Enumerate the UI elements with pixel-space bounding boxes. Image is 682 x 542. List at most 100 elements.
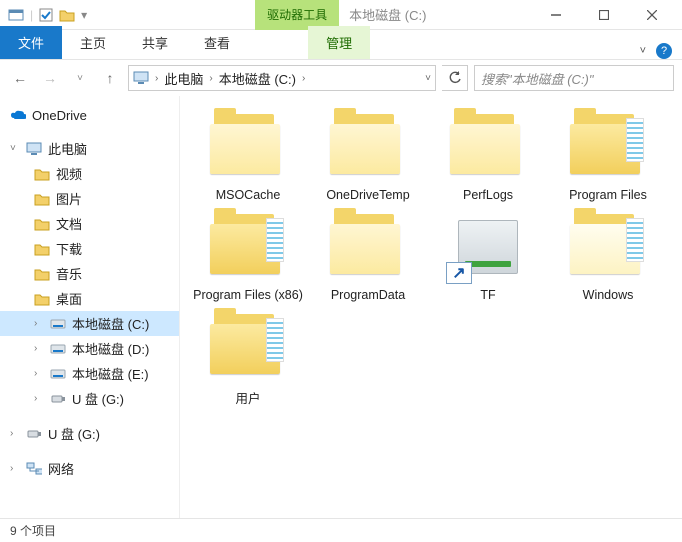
tree-network[interactable]: › 网络 [0, 456, 179, 481]
tree-drive-e[interactable]: › 本地磁盘 (E:) [0, 361, 179, 386]
item-label: Program Files [550, 188, 666, 202]
nav-up-button[interactable]: ↑ [98, 66, 122, 90]
minimize-button[interactable] [534, 1, 578, 29]
tree-label: 下载 [56, 239, 82, 258]
quick-access-toolbar: | ▾ [0, 7, 95, 23]
qat-folder-icon[interactable] [59, 8, 75, 22]
tree-label: 本地磁盘 (D:) [72, 339, 149, 358]
item-label: TF [430, 288, 546, 302]
item-label: MSOCache [190, 188, 306, 202]
qat-divider: | [30, 8, 33, 22]
folder-programfiles86[interactable]: Program Files (x86) [190, 212, 306, 302]
network-icon [26, 461, 42, 477]
tree-label: U 盘 (G:) [48, 424, 100, 443]
item-label: 用户 [190, 388, 306, 407]
documents-icon [34, 216, 50, 232]
chevron-right-icon[interactable]: › [155, 73, 158, 84]
tree-downloads[interactable]: 下载 [0, 236, 179, 261]
breadcrumb-drive-c[interactable]: 本地磁盘 (C:) [219, 69, 296, 88]
tab-file[interactable]: 文件 [0, 26, 62, 59]
file-list: MSOCache OneDriveTemp PerfLogs Program F… [180, 96, 682, 518]
search-input[interactable]: 搜索"本地磁盘 (C:)" [474, 65, 674, 91]
folder-msocache[interactable]: MSOCache [190, 112, 306, 202]
music-icon [34, 266, 50, 282]
desktop-icon [34, 291, 50, 307]
collapse-icon[interactable]: ˅ [10, 143, 20, 154]
ribbon: 文件 主页 共享 查看 管理 ˅ ? [0, 30, 682, 60]
maximize-button[interactable] [582, 1, 626, 29]
tab-home[interactable]: 主页 [62, 26, 124, 59]
tab-share[interactable]: 共享 [124, 26, 186, 59]
videos-icon [34, 166, 50, 182]
item-label: Program Files (x86) [190, 288, 306, 302]
refresh-button[interactable] [442, 65, 468, 91]
tree-music[interactable]: 音乐 [0, 261, 179, 286]
usb-icon [26, 426, 42, 442]
breadcrumb-thispc[interactable]: 此电脑 [164, 69, 203, 88]
nav-forward-button[interactable]: → [38, 66, 62, 90]
pc-icon [26, 141, 42, 157]
close-button[interactable] [630, 1, 674, 29]
tree-videos[interactable]: 视频 [0, 161, 179, 186]
tree-label: 音乐 [56, 264, 82, 283]
expand-icon[interactable]: › [34, 368, 44, 379]
tree-thispc[interactable]: ˅ 此电脑 [0, 136, 179, 161]
tree-label: 网络 [48, 459, 74, 478]
tree-drive-c[interactable]: › 本地磁盘 (C:) [0, 311, 179, 336]
nav-back-button[interactable]: ← [8, 66, 32, 90]
expand-icon[interactable]: › [10, 463, 20, 474]
expand-icon[interactable]: › [34, 393, 44, 404]
drive-icon [50, 366, 66, 382]
tree-label: 此电脑 [48, 139, 87, 158]
ribbon-expand-icon[interactable]: ˅ [640, 45, 646, 57]
qat-checkbox-icon[interactable] [39, 8, 53, 22]
folder-perflogs[interactable]: PerfLogs [430, 112, 546, 202]
item-label: OneDriveTemp [310, 188, 426, 202]
chevron-right-icon[interactable]: › [209, 73, 212, 84]
status-bar: 9 个项目 [0, 518, 682, 542]
tree-usb-g[interactable]: › U 盘 (G:) [0, 386, 179, 411]
tree-label: U 盘 (G:) [72, 389, 124, 408]
address-row: ← → ˅ ↑ › 此电脑 › 本地磁盘 (C:) › ˅ 搜索"本地磁盘 (C… [0, 60, 682, 96]
shortcut-tf[interactable]: ↗ TF [430, 212, 546, 302]
search-placeholder: 搜索"本地磁盘 (C:)" [481, 69, 594, 88]
qat-overflow-icon[interactable]: ▾ [81, 8, 87, 22]
help-icon[interactable]: ? [656, 43, 672, 59]
window-title: 本地磁盘 (C:) [349, 5, 426, 24]
address-dropdown-icon[interactable]: ˅ [425, 73, 431, 84]
nav-tree: OneDrive ˅ 此电脑 视频 图片 文档 [0, 96, 180, 518]
status-item-count: 9 个项目 [10, 522, 56, 539]
tree-onedrive[interactable]: OneDrive [0, 104, 179, 126]
item-label: ProgramData [310, 288, 426, 302]
tree-label: 视频 [56, 164, 82, 183]
tab-view[interactable]: 查看 [186, 26, 248, 59]
tree-label: 本地磁盘 (E:) [72, 364, 149, 383]
tab-manage[interactable]: 管理 [308, 26, 370, 59]
app-icon [8, 7, 24, 23]
address-bar[interactable]: › 此电脑 › 本地磁盘 (C:) › ˅ [128, 65, 436, 91]
tree-label: 文档 [56, 214, 82, 233]
tree-desktop[interactable]: 桌面 [0, 286, 179, 311]
tree-usb-g-top[interactable]: › U 盘 (G:) [0, 421, 179, 446]
expand-icon[interactable]: › [10, 428, 20, 439]
tree-pictures[interactable]: 图片 [0, 186, 179, 211]
tree-label: 图片 [56, 189, 82, 208]
chevron-right-icon[interactable]: › [302, 73, 305, 84]
folder-windows[interactable]: Windows [550, 212, 666, 302]
nav-recent-dropdown[interactable]: ˅ [68, 66, 92, 90]
folder-onedrivetemp[interactable]: OneDriveTemp [310, 112, 426, 202]
folder-programdata[interactable]: ProgramData [310, 212, 426, 302]
folder-programfiles[interactable]: Program Files [550, 112, 666, 202]
address-pc-icon [133, 71, 149, 85]
tree-drive-d[interactable]: › 本地磁盘 (D:) [0, 336, 179, 361]
tree-label: 桌面 [56, 289, 82, 308]
tree-documents[interactable]: 文档 [0, 211, 179, 236]
drive-icon [50, 316, 66, 332]
drive-icon [50, 341, 66, 357]
expand-icon[interactable]: › [34, 318, 44, 329]
window-controls [534, 1, 682, 29]
folder-users[interactable]: 用户 [190, 312, 306, 407]
item-label: Windows [550, 288, 666, 302]
tree-label: OneDrive [32, 108, 87, 123]
expand-icon[interactable]: › [34, 343, 44, 354]
